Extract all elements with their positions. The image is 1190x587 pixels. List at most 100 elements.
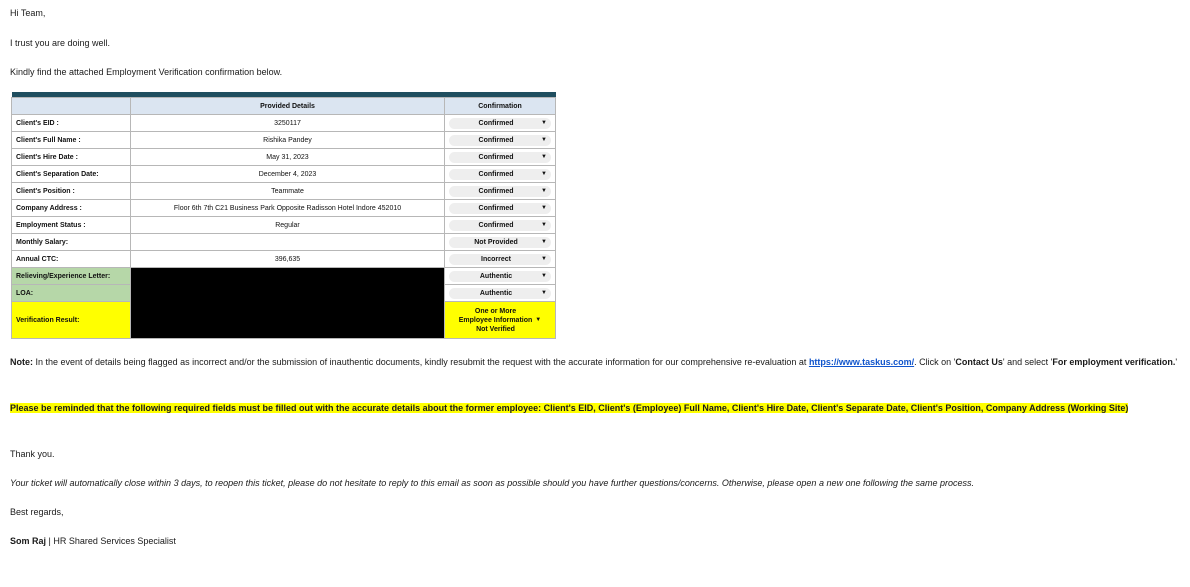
table-row: Client's Separation Date: December 4, 202…: [11, 165, 556, 183]
confirmation-cell: Authentic ▼: [444, 284, 556, 302]
confirmation-value: Authentic: [479, 289, 513, 297]
confirmation-cell: Confirmed ▼: [444, 216, 556, 234]
confirmation-cell: Confirmed ▼: [444, 131, 556, 149]
row-value: Teammate: [130, 182, 445, 200]
chevron-down-icon: ▼: [541, 171, 547, 177]
header-provided-details: Provided Details: [130, 97, 445, 115]
chevron-down-icon: ▼: [541, 137, 547, 143]
taskus-link[interactable]: https://www.taskus.com/: [809, 357, 914, 367]
confirmation-cell: Not Provided ▼: [444, 233, 556, 251]
intro-line-1: I trust you are doing well.: [10, 38, 111, 48]
row-label: Verification Result:: [11, 301, 131, 339]
confirmation-value: Not Provided: [474, 238, 518, 246]
row-value: 3250117: [130, 114, 445, 132]
confirmation-cell: Confirmed ▼: [444, 148, 556, 166]
confirmation-value: Confirmed: [478, 204, 514, 212]
verification-result-dropdown[interactable]: One or More Employee Information Not Verif…: [449, 303, 551, 337]
chevron-down-icon: ▼: [541, 239, 547, 245]
reminder-text: Please be reminded that the following re…: [10, 403, 1129, 413]
confirmation-cell: Confirmed ▼: [444, 165, 556, 183]
row-value: [130, 233, 445, 251]
confirmation-dropdown[interactable]: Authentic ▼: [449, 270, 551, 282]
row-value: Floor 6th 7th C21 Business Park Opposite…: [130, 199, 445, 217]
chevron-down-icon: ▼: [541, 256, 547, 262]
greeting: Hi Team,: [10, 8, 46, 18]
table-row: Relieving/Experience Letter: Authentic ▼: [11, 267, 556, 339]
verification-result-line: One or More: [474, 307, 517, 315]
signature-name: Som Raj: [10, 536, 47, 546]
confirmation-dropdown[interactable]: Authentic ▼: [449, 287, 551, 299]
row-label: Monthly Salary:: [11, 233, 131, 251]
chevron-down-icon: ▼: [541, 290, 547, 296]
confirmation-dropdown[interactable]: Confirmed ▼: [449, 202, 551, 214]
row-label: Employment Status :: [11, 216, 131, 234]
confirmation-dropdown[interactable]: Confirmed ▼: [449, 168, 551, 180]
row-label: Client's Separation Date:: [11, 165, 131, 183]
row-value: Rishika Pandey: [130, 131, 445, 149]
signature-title: HR Shared Services Specialist: [53, 536, 176, 546]
row-label: Company Address :: [11, 199, 131, 217]
row-value: May 31, 2023: [130, 148, 445, 166]
confirmation-dropdown[interactable]: Incorrect ▼: [449, 253, 551, 265]
confirmation-value: Confirmed: [478, 170, 514, 178]
confirmation-dropdown[interactable]: Confirmed ▼: [449, 117, 551, 129]
table-row: Company Address : Floor 6th 7th C21 Busin…: [11, 199, 556, 217]
confirmation-cell: Confirmed ▼: [444, 114, 556, 132]
confirmation-dropdown[interactable]: Confirmed ▼: [449, 219, 551, 231]
confirmation-value: Confirmed: [478, 119, 514, 127]
confirmation-cell: Incorrect ▼: [444, 250, 556, 268]
table-row: Annual CTC: 396,635 Incorrect ▼: [11, 250, 556, 268]
redacted-block: [130, 267, 445, 339]
confirmation-cell: One or More Employee Information Not Verif…: [444, 301, 556, 339]
table-row: Client's EID :3250117 Confirmed ▼: [11, 114, 556, 132]
row-value: 396,635: [130, 250, 445, 268]
chevron-down-icon: ▼: [541, 188, 547, 194]
header-confirmation: Confirmation: [444, 97, 556, 115]
confirmation-dropdown[interactable]: Confirmed ▼: [449, 151, 551, 163]
row-label: LOA:: [11, 284, 131, 302]
confirmation-value: Confirmed: [478, 187, 514, 195]
confirmation-value: Incorrect: [481, 255, 511, 263]
confirmation-dropdown[interactable]: Confirmed ▼: [449, 134, 551, 146]
row-label: Client's Position :: [11, 182, 131, 200]
row-value: Regular: [130, 216, 445, 234]
row-value: December 4, 2023: [130, 165, 445, 183]
table-row: Monthly Salary: Not Provided ▼: [11, 233, 556, 251]
note-text: In the event of details being flagged as…: [33, 357, 809, 367]
confirmation-value: Confirmed: [478, 136, 514, 144]
verification-result-line: Not Verified: [476, 325, 515, 333]
chevron-down-icon: ▼: [541, 222, 547, 228]
table-row: Client's Hire Date : May 31, 2023 Confirme…: [11, 148, 556, 166]
confirmation-value: Authentic: [479, 272, 513, 280]
row-label: Client's Full Name :: [11, 131, 131, 149]
auto-close-notice: Your ticket will automatically close wit…: [10, 478, 975, 488]
intro-line-2: Kindly find the attached Employment Veri…: [10, 67, 283, 77]
row-label: Annual CTC:: [11, 250, 131, 268]
row-label: Client's EID :: [11, 114, 131, 132]
chevron-down-icon: ▼: [541, 120, 547, 126]
confirmation-value: Confirmed: [478, 153, 514, 161]
chevron-down-icon: ▼: [541, 154, 547, 160]
header-label: [11, 97, 131, 115]
confirmation-dropdown[interactable]: Confirmed ▼: [449, 185, 551, 197]
signature: Som Raj | HR Shared Services Specialist: [10, 536, 176, 546]
confirmation-dropdown[interactable]: Not Provided ▼: [449, 236, 551, 248]
note-and-select: ' and select ': [1002, 357, 1053, 367]
table-row: Client's Position : Teammate Confirmed ▼: [11, 182, 556, 200]
chevron-down-icon: ▼: [535, 316, 542, 323]
regards: Best regards,: [10, 507, 64, 517]
confirmation-cell: Authentic ▼: [444, 267, 556, 285]
note-after-link: . Click on ': [914, 357, 956, 367]
reminder-paragraph: Please be reminded that the following re…: [10, 400, 1186, 416]
confirmation-value: Confirmed: [478, 221, 514, 229]
chevron-down-icon: ▼: [541, 273, 547, 279]
row-label: Client's Hire Date :: [11, 148, 131, 166]
verification-result-line: Employee Information: [458, 316, 533, 324]
row-label: Relieving/Experience Letter:: [11, 267, 131, 285]
table-header-row: Provided Details Confirmation: [11, 97, 556, 115]
for-employment-verification: For employment verification.: [1052, 357, 1176, 367]
note-label: Note:: [10, 357, 33, 367]
note-end: ': [1175, 357, 1178, 367]
confirmation-cell: Confirmed ▼: [444, 199, 556, 217]
table-row: Client's Full Name : Rishika Pandey Confir…: [11, 131, 556, 149]
